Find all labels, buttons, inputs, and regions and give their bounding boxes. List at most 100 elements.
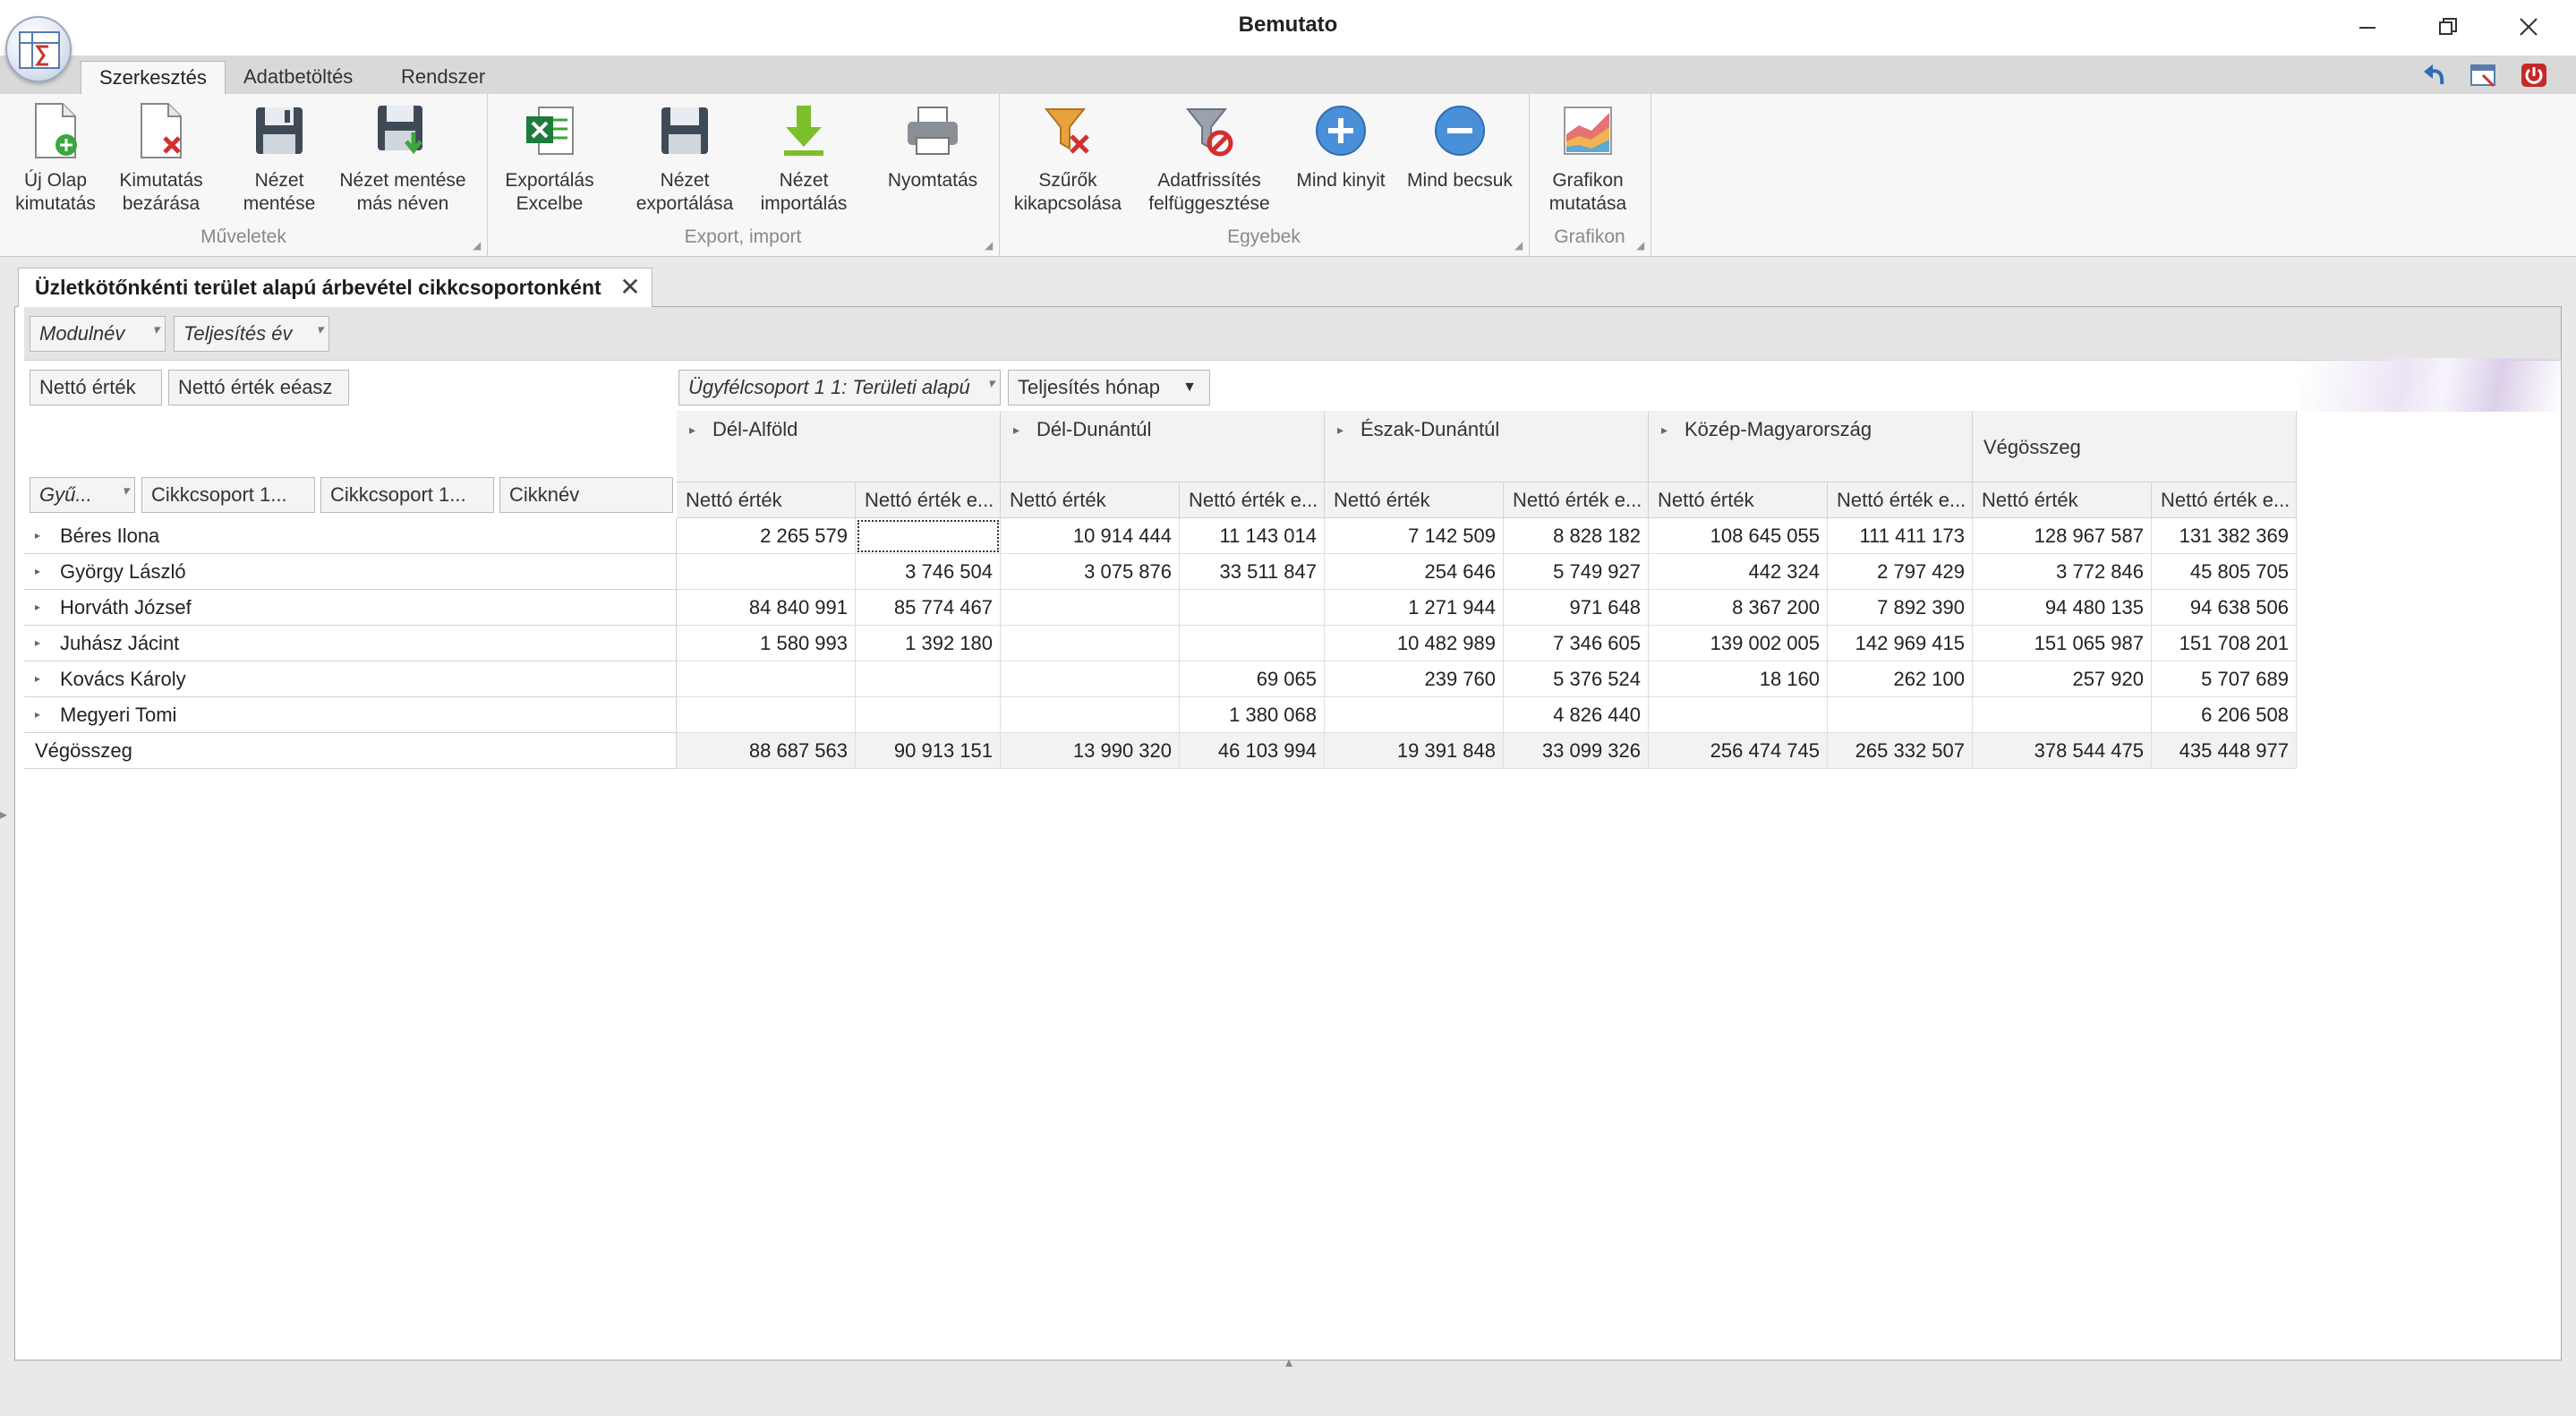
row-header[interactable]: ▸ Megyeri Tomi <box>24 697 677 733</box>
row-header[interactable]: ▸ György László <box>24 554 677 590</box>
application-menu-button[interactable] <box>5 16 72 82</box>
measure-header[interactable]: Nettó érték e... <box>1180 482 1325 518</box>
measure-header[interactable]: Nettó érték <box>1649 482 1828 518</box>
data-cell[interactable]: 45 805 705 <box>2152 554 2297 590</box>
data-field-netto-ertek[interactable]: Nettó érték <box>30 370 162 405</box>
data-cell[interactable]: 254 646 <box>1325 554 1504 590</box>
close-window-button[interactable] <box>2488 7 2569 47</box>
data-cell[interactable]: 85 774 467 <box>856 590 1001 626</box>
data-cell[interactable]: 33 099 326 <box>1504 733 1649 769</box>
data-cell[interactable]: 5 749 927 <box>1504 554 1649 590</box>
filter-icon[interactable]: ▾ <box>122 478 129 508</box>
data-cell[interactable] <box>856 661 1001 697</box>
data-cell[interactable]: 262 100 <box>1828 661 1973 697</box>
measure-header[interactable]: Nettó érték <box>1325 482 1504 518</box>
expand-arrow-icon[interactable]: ▸ <box>1337 416 1343 443</box>
data-cell[interactable] <box>1180 626 1325 661</box>
data-cell[interactable]: 18 160 <box>1649 661 1828 697</box>
data-cell[interactable]: 1 392 180 <box>856 626 1001 661</box>
window-layout-icon[interactable] <box>2469 61 2499 90</box>
data-field-netto-ertek-eeasz[interactable]: Nettó érték eéasz <box>168 370 349 405</box>
data-cell[interactable]: 1 580 993 <box>677 626 856 661</box>
expand-arrow-icon[interactable]: ▸ <box>35 590 40 625</box>
data-cell[interactable]: 435 448 977 <box>2152 733 2297 769</box>
measure-header[interactable]: Nettó érték <box>677 482 856 518</box>
data-cell[interactable]: 10 482 989 <box>1325 626 1504 661</box>
group-dialog-launcher[interactable]: ◢ <box>1636 239 1647 252</box>
filters-off-button[interactable]: Szűrők kikapcsolása <box>1010 99 1126 216</box>
data-cell[interactable]: 265 332 507 <box>1828 733 1973 769</box>
data-cell[interactable]: 1 380 068 <box>1180 697 1325 733</box>
data-cell[interactable]: 142 969 415 <box>1828 626 1973 661</box>
data-cell[interactable]: 257 920 <box>1973 661 2152 697</box>
measure-header[interactable]: Nettó érték <box>1001 482 1180 518</box>
data-cell[interactable] <box>856 697 1001 733</box>
data-cell[interactable]: 2 265 579 <box>677 518 856 554</box>
region-header[interactable]: ▸ Dél-Alföld <box>677 411 1001 482</box>
restore-button[interactable] <box>2408 7 2488 47</box>
data-cell[interactable]: 128 967 587 <box>1973 518 2152 554</box>
undo-icon[interactable] <box>2420 61 2451 90</box>
group-dialog-launcher[interactable]: ◢ <box>1514 239 1525 252</box>
new-olap-button[interactable]: Új Olap kimutatás <box>4 99 107 216</box>
export-excel-button[interactable]: Exportálás Excelbe <box>498 99 601 216</box>
column-field-teljesites-honap[interactable]: Teljesítés hónap ▼ <box>1008 370 1210 405</box>
region-header[interactable]: ▸ Közép-Magyarország <box>1649 411 1973 482</box>
data-cell[interactable]: 7 142 509 <box>1325 518 1504 554</box>
data-cell[interactable]: 10 914 444 <box>1001 518 1180 554</box>
data-cell[interactable]: 139 002 005 <box>1649 626 1828 661</box>
filter-field-modulnev[interactable]: Modulnév ▾ <box>30 316 166 352</box>
save-view-as-button[interactable]: Nézet mentése más néven <box>333 99 473 216</box>
expand-arrow-icon[interactable]: ▸ <box>35 518 40 553</box>
data-cell[interactable]: 256 474 745 <box>1649 733 1828 769</box>
data-cell[interactable]: 5 707 689 <box>2152 661 2297 697</box>
expand-arrow-icon[interactable]: ▸ <box>1661 416 1668 443</box>
expand-arrow-icon[interactable]: ▸ <box>1013 416 1019 443</box>
expand-all-button[interactable]: Mind kinyit <box>1287 99 1395 192</box>
collapse-all-button[interactable]: Mind becsuk <box>1402 99 1518 192</box>
data-cell[interactable] <box>677 554 856 590</box>
data-cell[interactable]: 378 544 475 <box>1973 733 2152 769</box>
data-cell[interactable]: 111 411 173 <box>1828 518 1973 554</box>
data-cell[interactable] <box>1973 697 2152 733</box>
bottom-splitter-arrow-icon[interactable]: ▴ <box>1285 1353 1292 1371</box>
data-cell[interactable]: 3 772 846 <box>1973 554 2152 590</box>
data-cell[interactable] <box>856 518 1001 554</box>
data-cell[interactable] <box>1001 626 1180 661</box>
data-cell[interactable]: 46 103 994 <box>1180 733 1325 769</box>
data-cell[interactable]: 3 746 504 <box>856 554 1001 590</box>
filter-icon[interactable]: ▾ <box>152 317 159 347</box>
left-splitter-arrow-icon[interactable]: ▸ <box>0 806 7 823</box>
filter-icon[interactable]: ▾ <box>316 317 323 347</box>
data-cell[interactable]: 8 828 182 <box>1504 518 1649 554</box>
data-cell[interactable]: 442 324 <box>1649 554 1828 590</box>
data-cell[interactable]: 8 367 200 <box>1649 590 1828 626</box>
data-cell[interactable]: 69 065 <box>1180 661 1325 697</box>
group-dialog-launcher[interactable]: ◢ <box>985 239 995 252</box>
print-button[interactable]: Nyomtatás <box>874 99 992 192</box>
export-view-button[interactable]: Nézet exportálása <box>627 99 743 216</box>
data-cell[interactable]: 5 376 524 <box>1504 661 1649 697</box>
data-cell[interactable] <box>1180 590 1325 626</box>
row-header[interactable]: ▸ Horváth József <box>24 590 677 626</box>
minimize-button[interactable] <box>2327 7 2408 47</box>
filter-field-teljesites-ev[interactable]: Teljesítés év ▾ <box>174 316 329 352</box>
data-cell[interactable]: 7 346 605 <box>1504 626 1649 661</box>
measure-header[interactable]: Nettó érték e... <box>856 482 1001 518</box>
data-cell[interactable]: 19 391 848 <box>1325 733 1504 769</box>
row-header[interactable]: ▸ Béres Ilona <box>24 518 677 554</box>
data-cell[interactable]: 13 990 320 <box>1001 733 1180 769</box>
close-report-button[interactable]: Kimutatás bezárása <box>109 99 213 216</box>
close-tab-icon[interactable]: ✕ <box>619 269 640 306</box>
group-dialog-launcher[interactable]: ◢ <box>473 239 483 252</box>
data-cell[interactable] <box>1828 697 1973 733</box>
row-field-cikkcsoport-2[interactable]: Cikkcsoport 1... <box>320 477 494 513</box>
save-view-button[interactable]: Nézet mentése <box>227 99 331 216</box>
data-cell[interactable]: 151 708 201 <box>2152 626 2297 661</box>
data-cell[interactable]: 151 065 987 <box>1973 626 2152 661</box>
import-view-button[interactable]: Nézet importálás <box>748 99 859 216</box>
data-cell[interactable]: 90 913 151 <box>856 733 1001 769</box>
tab-szerkesztes[interactable]: Szerkesztés <box>81 61 226 95</box>
dropdown-arrow-icon[interactable]: ▼ <box>1182 371 1197 405</box>
region-header[interactable]: ▸ Észak-Dunántúl <box>1325 411 1649 482</box>
